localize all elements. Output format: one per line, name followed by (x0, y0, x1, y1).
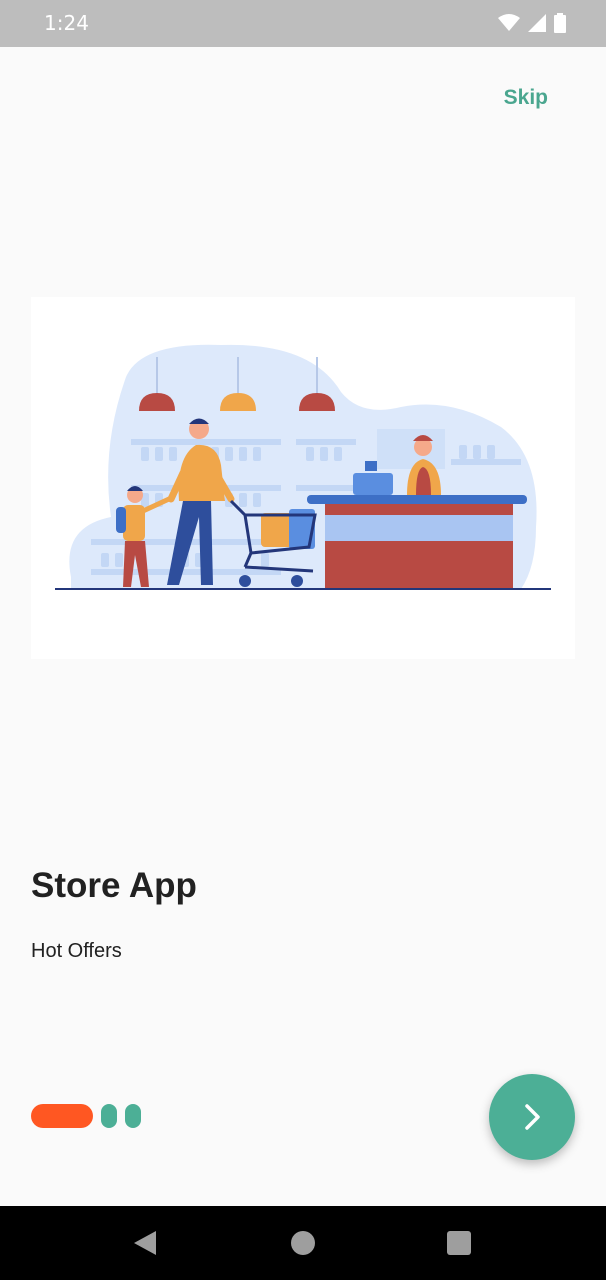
page-indicator (31, 1104, 141, 1128)
skip-button[interactable]: Skip (504, 86, 548, 110)
signal-icon (528, 14, 546, 32)
navigation-bar (0, 1206, 606, 1280)
next-button[interactable] (489, 1074, 575, 1160)
status-time: 1:24 (44, 11, 89, 35)
page-subtitle: Hot Offers (31, 940, 122, 962)
status-bar: 1:24 (0, 0, 606, 47)
page-dot (125, 1104, 141, 1128)
store-illustration (31, 297, 575, 659)
page-dot (101, 1104, 117, 1128)
home-icon[interactable] (291, 1231, 315, 1255)
recents-icon[interactable] (447, 1231, 471, 1255)
page-dot-active (31, 1104, 93, 1128)
battery-icon (554, 13, 566, 33)
wifi-icon (498, 14, 520, 31)
status-icons (498, 13, 566, 33)
page-title: Store App (31, 866, 197, 905)
chevron-right-icon (525, 1104, 540, 1130)
back-icon[interactable] (134, 1231, 156, 1255)
